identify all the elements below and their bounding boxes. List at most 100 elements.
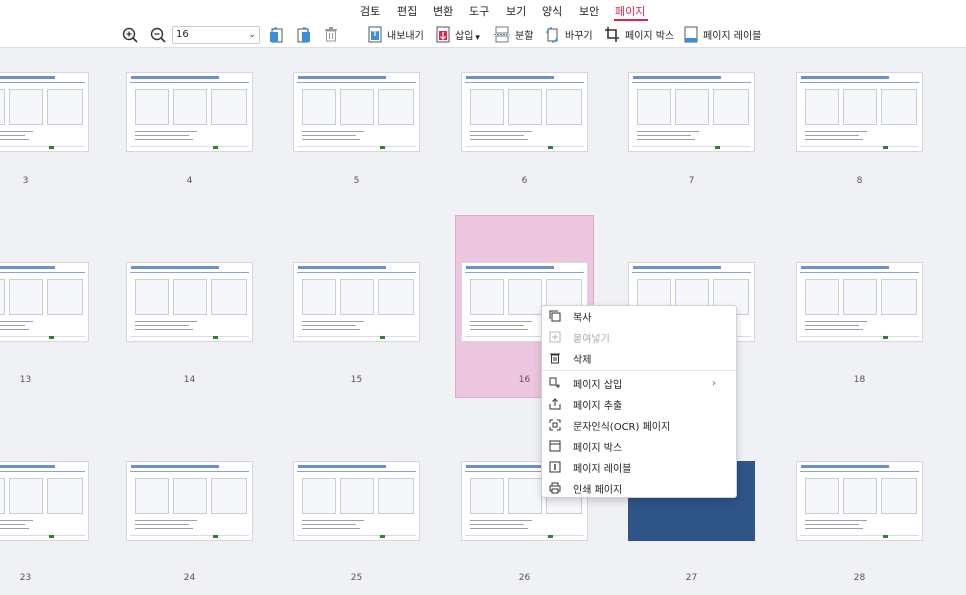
thumbnail-hdr (298, 76, 386, 79)
page-thumbnail[interactable] (628, 72, 755, 152)
thumbnail-box (881, 478, 917, 514)
page-thumbnail[interactable] (0, 262, 89, 342)
ctx-page-label-label: 페이지 레이블 (573, 463, 632, 475)
thumbnail-box (675, 89, 709, 125)
ocr-icon (549, 419, 561, 431)
thumbnail-line (135, 321, 197, 322)
thumbnail-box (302, 89, 336, 125)
ctx-page-label[interactable]: 페이지 레이블 (542, 457, 736, 477)
menu-tools[interactable]: 도구 (469, 3, 489, 19)
replace-icon (546, 27, 558, 43)
thumbnail-rule (297, 471, 416, 472)
thumbnail-box (47, 89, 83, 125)
thumbnail-box (302, 279, 336, 315)
page-thumbnail[interactable] (293, 461, 420, 541)
zoom-select[interactable]: 16 ⌄ (172, 26, 260, 44)
extract-page-icon (549, 398, 561, 410)
thumbnail-hdr (131, 465, 219, 468)
page-number-label: 5 (353, 176, 360, 186)
thumbnail-line (302, 321, 364, 322)
thumbnail-line (0, 325, 25, 326)
thumbnail-foot (632, 146, 751, 147)
thumbnail-line (302, 520, 364, 521)
rotate-right-icon (297, 27, 310, 43)
insert-label: 삽입 (455, 31, 474, 42)
zoom-out-button[interactable] (150, 27, 166, 43)
thumbnail-foot (0, 146, 85, 147)
ctx-print-page[interactable]: 인쇄 페이지 (542, 478, 736, 498)
thumbnail-line (805, 135, 859, 136)
ctx-delete[interactable]: 삭제 (542, 348, 736, 368)
thumbnail-box (378, 279, 414, 315)
page-thumbnail[interactable] (796, 262, 923, 342)
menu-security[interactable]: 보안 (579, 3, 599, 19)
export-label: 내보내기 (387, 31, 424, 42)
thumbnail-line (302, 528, 360, 529)
thumbnail-foot-dot (883, 535, 888, 538)
thumbnail-box (211, 89, 247, 125)
page-thumbnail[interactable] (126, 262, 253, 342)
thumbnail-line (805, 321, 867, 322)
page-context-menu: 복사 붙여넣기 삭제 페이지 삽입 › 페이지 추출 문자인식(OCR) 페이지… (541, 305, 737, 498)
page-number-label: 25 (350, 573, 363, 583)
page-thumbnail[interactable] (461, 72, 588, 152)
page-thumbnail[interactable] (293, 262, 420, 342)
ctx-copy[interactable]: 복사 (542, 306, 736, 326)
ctx-paste[interactable]: 붙여넣기 (542, 327, 736, 347)
page-thumbnail[interactable] (796, 461, 923, 541)
thumbnail-box (211, 478, 247, 514)
thumbnail-line (302, 135, 356, 136)
thumbnail-rule (297, 82, 416, 83)
thumbnail-box (135, 279, 169, 315)
menu-convert[interactable]: 변환 (433, 3, 453, 19)
ctx-delete-label: 삭제 (573, 354, 592, 366)
page-thumbnail[interactable] (126, 72, 253, 152)
page-thumbnail[interactable] (796, 72, 923, 152)
menu-edit[interactable]: 편집 (397, 3, 417, 19)
thumbnail-line (0, 520, 33, 521)
ctx-ocr-page[interactable]: 문자인식(OCR) 페이지 (542, 415, 736, 435)
page-label-button[interactable]: 페이지 레이블 (684, 26, 761, 43)
paste-icon (549, 331, 561, 343)
menu-form[interactable]: 양식 (542, 3, 562, 19)
thumbnail-box (47, 478, 83, 514)
thumbnail-rule (800, 272, 919, 273)
thumbnail-box (378, 478, 414, 514)
thumbnail-line (135, 520, 197, 521)
rotate-right-button[interactable] (296, 26, 312, 43)
replace-button[interactable]: 바꾸기 (544, 26, 593, 43)
thumbnail-box (881, 279, 917, 315)
page-thumbnail[interactable] (293, 72, 420, 152)
zoom-out-icon (150, 27, 166, 43)
crop-icon (605, 27, 619, 42)
page-box-icon (549, 440, 561, 452)
insert-button[interactable]: 삽입 ▾ (436, 26, 480, 43)
page-number-label: 23 (19, 573, 32, 583)
export-button[interactable]: 내보내기 (368, 26, 424, 43)
ctx-extract-page[interactable]: 페이지 추출 (542, 394, 736, 414)
menu-view[interactable]: 보기 (506, 3, 526, 19)
thumbnail-foot-dot (548, 146, 553, 149)
thumbnail-hdr (466, 76, 554, 79)
thumbnail-foot (800, 336, 919, 337)
page-number-label: 13 (19, 375, 32, 385)
delete-page-button[interactable] (324, 27, 338, 42)
thumbnail-rule (0, 272, 85, 273)
thumbnail-rule (632, 272, 751, 273)
ctx-page-box[interactable]: 페이지 박스 (542, 436, 736, 456)
page-thumbnail[interactable] (0, 461, 89, 541)
page-thumbnail[interactable] (0, 72, 89, 152)
ctx-insert-page[interactable]: 페이지 삽입 › (542, 373, 736, 393)
thumbnail-box (546, 89, 582, 125)
menu-page[interactable]: 페이지 (615, 3, 645, 19)
thumbnail-rule (800, 82, 919, 83)
page-thumbnail[interactable] (126, 461, 253, 541)
ctx-ocr-page-label: 문자인식(OCR) 페이지 (573, 421, 671, 433)
page-box-button[interactable]: 페이지 박스 (604, 26, 674, 43)
split-button[interactable]: 분할 (494, 26, 533, 43)
rotate-left-button[interactable] (268, 26, 284, 43)
zoom-in-button[interactable] (122, 27, 138, 43)
thumbnail-line (0, 139, 29, 140)
menu-review[interactable]: 검토 (360, 3, 380, 19)
split-icon (494, 26, 510, 43)
